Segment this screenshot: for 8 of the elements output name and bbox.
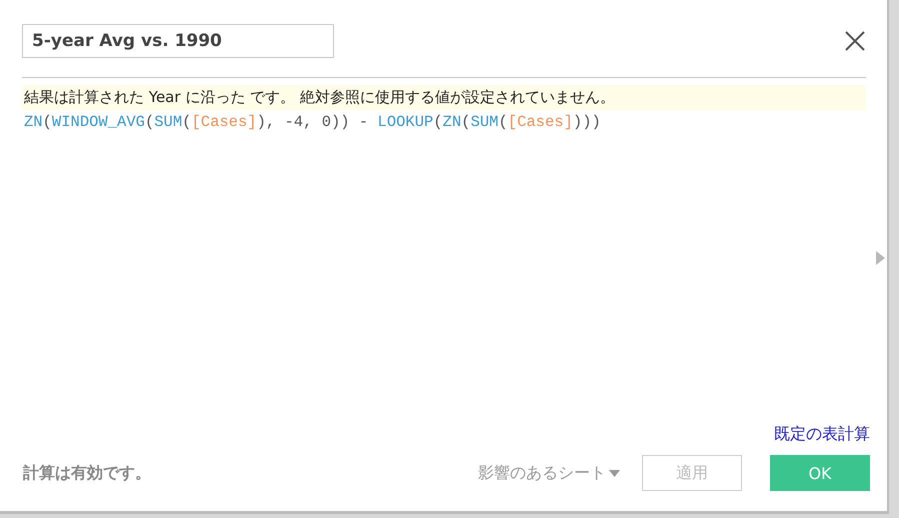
- close-icon: [843, 29, 867, 53]
- info-message: 結果は計算された Year に沿った です。 絶対参照に使用する値が設定されていません。: [22, 85, 866, 110]
- formula-text[interactable]: ZN(WINDOW_AVG(SUM([Cases]), -4, 0)) - LOOKUP(ZN(SUM([Cases]))): [24, 113, 887, 131]
- status-text: 計算は有効です。: [23, 462, 152, 484]
- caret-icon: [609, 470, 620, 476]
- calculation-name-field[interactable]: 5-year Avg vs. 1990: [22, 24, 334, 58]
- close-button[interactable]: [843, 29, 867, 53]
- default-table-calc-link[interactable]: 既定の表計算: [774, 424, 870, 445]
